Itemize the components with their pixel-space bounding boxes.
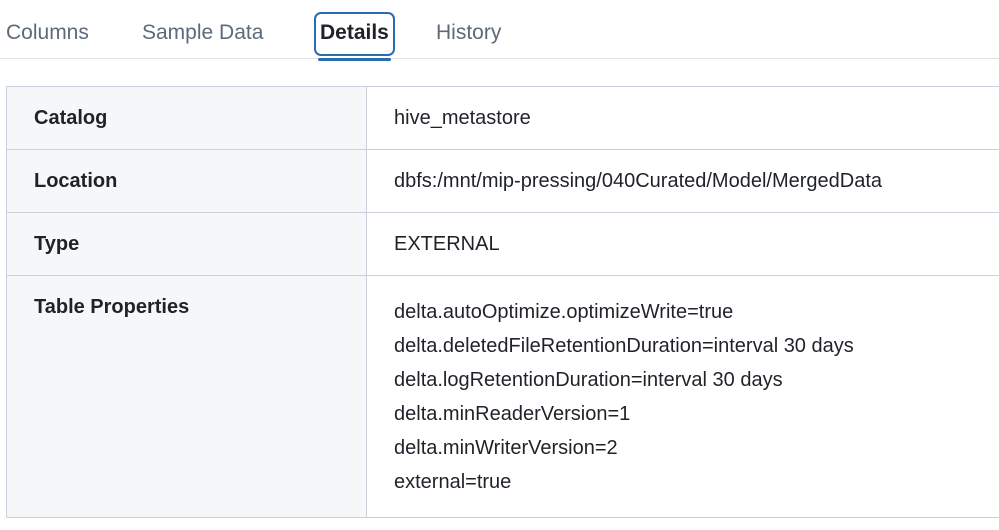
table-property-item: delta.logRetentionDuration=interval 30 d… xyxy=(394,369,783,391)
tab-sample-data[interactable]: Sample Data xyxy=(142,12,263,56)
details-value-catalog: hive_metastore xyxy=(366,86,999,150)
details-value-type: EXTERNAL xyxy=(366,212,999,276)
details-row-location: Location dbfs:/mnt/mip-pressing/040Curat… xyxy=(6,149,999,213)
details-key-catalog: Catalog xyxy=(6,86,367,150)
details-value-table-properties: delta.autoOptimize.optimizeWrite=true de… xyxy=(366,275,999,518)
tab-bar: Columns Sample Data Details History xyxy=(0,0,999,61)
tab-columns[interactable]: Columns xyxy=(6,12,89,56)
active-tab-indicator xyxy=(318,58,391,61)
details-key-type: Type xyxy=(6,212,367,276)
details-key-location: Location xyxy=(6,149,367,213)
details-row-catalog: Catalog hive_metastore xyxy=(6,86,999,150)
table-property-item: delta.deletedFileRetentionDuration=inter… xyxy=(394,335,854,357)
table-property-item: external=true xyxy=(394,471,512,493)
tab-history[interactable]: History xyxy=(436,12,501,56)
details-key-table-properties: Table Properties xyxy=(6,275,367,518)
tab-details[interactable]: Details xyxy=(314,12,395,61)
details-row-table-properties: Table Properties delta.autoOptimize.opti… xyxy=(6,275,999,518)
tab-details-label: Details xyxy=(320,21,389,44)
details-value-location: dbfs:/mnt/mip-pressing/040Curated/Model/… xyxy=(366,149,999,213)
table-property-item: delta.minReaderVersion=1 xyxy=(394,403,631,425)
details-table: Catalog hive_metastore Location dbfs:/mn… xyxy=(6,86,999,518)
table-property-item: delta.minWriterVersion=2 xyxy=(394,437,618,459)
details-row-type: Type EXTERNAL xyxy=(6,212,999,276)
table-property-item: delta.autoOptimize.optimizeWrite=true xyxy=(394,301,734,323)
